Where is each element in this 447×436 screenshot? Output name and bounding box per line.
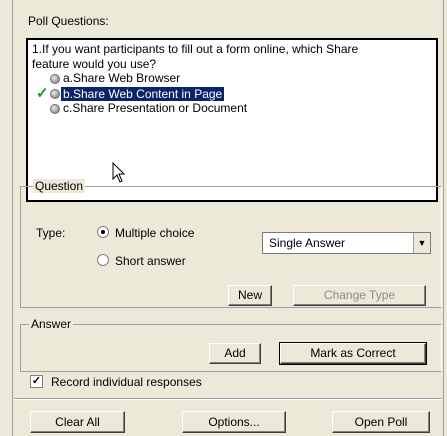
poll-questions-label: Poll Questions: (28, 14, 109, 28)
option-bullet-icon (50, 89, 60, 99)
short-answer-radio[interactable] (97, 254, 109, 266)
add-answer-button[interactable]: Add (209, 343, 261, 364)
option-bullet-icon (50, 104, 60, 114)
record-responses-label: Record individual responses (51, 375, 202, 389)
answer-group-legend: Answer (29, 317, 74, 331)
chevron-down-icon[interactable]: ▼ (413, 233, 430, 253)
option-bullet-icon (50, 74, 60, 84)
option-label-c: c.Share Presentation or Document (63, 101, 248, 115)
short-answer-label: Short answer (115, 254, 186, 268)
poll-question-list[interactable]: 1.If you want participants to fill out a… (26, 38, 438, 202)
answer-mode-select[interactable]: Single Answer ▼ (262, 232, 431, 254)
multiple-choice-radio[interactable] (97, 226, 109, 238)
option-label-a: a.Share Web Browser (63, 71, 181, 85)
question-group-legend: Question (33, 179, 86, 193)
multiple-choice-label: Multiple choice (115, 226, 195, 240)
change-type-button[interactable]: Change Type (293, 285, 426, 306)
new-button[interactable]: New (228, 285, 272, 306)
question-text-line1: 1.If you want participants to fill out a… (32, 42, 359, 56)
open-poll-button[interactable]: Open Poll (332, 411, 430, 433)
record-responses-checkbox[interactable]: ✓ (30, 375, 43, 388)
option-label-b: b.Share Web Content in Page (61, 87, 225, 101)
options-button[interactable]: Options... (182, 411, 286, 433)
mouse-pointer-icon (112, 162, 126, 183)
separator (14, 398, 442, 400)
question-text-line2: feature would you use? (32, 57, 157, 71)
check-icon: ✓ (36, 85, 49, 102)
clear-all-button[interactable]: Clear All (30, 411, 125, 433)
answer-mode-value: Single Answer (269, 236, 346, 250)
type-label: Type: (36, 226, 66, 240)
mark-as-correct-button[interactable]: Mark as Correct (279, 342, 427, 365)
